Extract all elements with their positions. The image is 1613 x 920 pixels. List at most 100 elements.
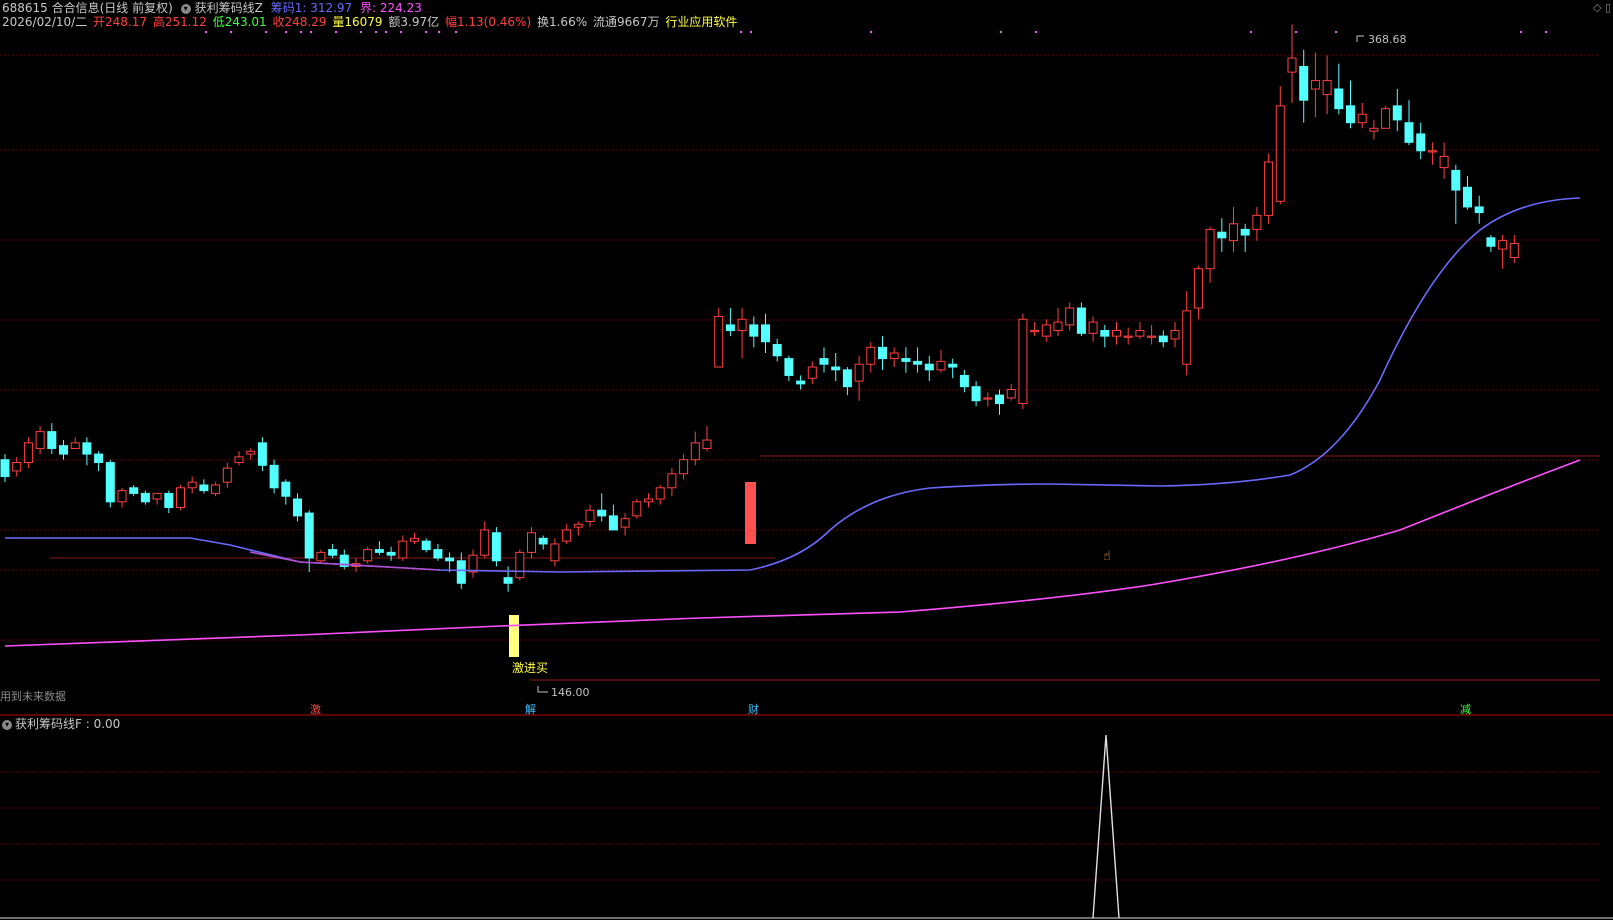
candle-body xyxy=(1123,335,1133,338)
candle-body xyxy=(468,554,478,573)
cursor-hand-icon: ☝ xyxy=(1103,549,1111,564)
candle-body xyxy=(1404,122,1414,143)
signal-dot xyxy=(1250,31,1252,33)
candle-body xyxy=(1147,335,1157,338)
signal-dot xyxy=(455,31,457,33)
signal-dot xyxy=(230,31,232,33)
candle-body xyxy=(1229,223,1238,242)
candle-body xyxy=(59,445,68,455)
candle-body xyxy=(901,358,911,362)
candle-body xyxy=(831,366,841,371)
candle-body xyxy=(842,369,852,388)
candle-body xyxy=(971,386,981,402)
candle-body xyxy=(480,529,490,556)
candle-body xyxy=(211,484,221,494)
candle-body xyxy=(164,492,174,508)
candle-body xyxy=(854,363,864,382)
candle-body xyxy=(573,523,583,528)
event-marker-0: 激 xyxy=(310,702,321,716)
candle-body xyxy=(1217,231,1227,239)
candle-body xyxy=(1006,388,1016,399)
candle-body xyxy=(608,515,618,531)
sub-indicator-dropdown-icon[interactable]: ▾ xyxy=(2,719,12,730)
signal-dot xyxy=(335,31,337,33)
candle-body xyxy=(1275,105,1285,202)
candle-body xyxy=(281,481,291,497)
candle-body xyxy=(1346,105,1355,124)
candle-body xyxy=(304,512,314,559)
candle-body xyxy=(386,551,396,556)
candle-body xyxy=(222,467,232,483)
buy-signal-label: 激进买 xyxy=(512,661,548,675)
candle-body xyxy=(1392,105,1402,121)
candle-body xyxy=(257,442,267,466)
candle-body xyxy=(23,442,33,464)
signal-dot xyxy=(1295,31,1297,33)
candle-body xyxy=(456,560,466,584)
candle-body xyxy=(1065,307,1075,326)
candle-body xyxy=(1193,268,1203,309)
candle-body xyxy=(269,464,279,489)
candle-body xyxy=(772,344,782,357)
candle-body xyxy=(690,442,700,461)
candle-body xyxy=(1334,88,1344,110)
sub-indicator-title[interactable]: ▾ 获利筹码线F : 0.00 xyxy=(2,716,120,732)
candle-body xyxy=(152,492,162,500)
candle-body xyxy=(1498,240,1508,250)
signal-dot xyxy=(1000,31,1002,33)
candle-body xyxy=(374,549,384,553)
candle-body xyxy=(176,487,185,508)
candle-body xyxy=(1322,80,1332,96)
candle-body xyxy=(1299,66,1309,101)
candle-body xyxy=(714,315,724,368)
candle-body xyxy=(140,492,150,503)
candle-body xyxy=(1053,321,1063,332)
candle-body xyxy=(807,366,817,379)
candle-body xyxy=(1041,324,1051,337)
candle-body xyxy=(1369,127,1379,132)
kline-chart[interactable]: 368.68 146.00激进买用到未来数据激 解 财 减 ☝ xyxy=(0,0,1613,920)
candle-body xyxy=(117,490,127,503)
candle-body xyxy=(1474,206,1484,214)
candle-body xyxy=(82,442,92,455)
candle-body xyxy=(35,431,45,449)
candle-body xyxy=(363,549,373,562)
candle-body xyxy=(1509,242,1519,258)
candle-body xyxy=(1287,57,1297,73)
candle-body xyxy=(1030,330,1040,333)
candle-body xyxy=(620,518,630,528)
candle-body xyxy=(632,501,642,517)
candle-body xyxy=(878,346,887,360)
candle-body xyxy=(1264,161,1274,216)
candle-body xyxy=(527,532,536,553)
candle-body xyxy=(1451,169,1461,191)
candle-body xyxy=(1018,318,1028,405)
signal-dot xyxy=(285,31,287,33)
gap-candle xyxy=(745,482,756,544)
candle-body xyxy=(1100,330,1110,337)
signal-dot xyxy=(438,31,440,33)
candle-body xyxy=(796,380,806,385)
candle-body xyxy=(1112,330,1121,337)
candle-body xyxy=(1486,237,1496,247)
future-data-label: 用到未来数据 xyxy=(0,689,66,703)
candle-body xyxy=(1381,108,1391,129)
sub-indicator-label: 获利筹码线F : 0.00 xyxy=(15,717,121,731)
candle-body xyxy=(199,484,209,492)
signal-dot xyxy=(400,31,402,33)
candle-body xyxy=(679,459,689,475)
candle-body xyxy=(761,324,770,343)
candle-body xyxy=(538,537,548,545)
candle-body xyxy=(398,540,408,559)
signal-dot xyxy=(1335,31,1337,33)
high-price-label: 368.68 xyxy=(1368,33,1407,46)
candle-body xyxy=(491,532,501,562)
candle-body xyxy=(784,358,794,376)
candle-body xyxy=(1158,335,1168,343)
signal-dot xyxy=(385,31,387,33)
candle-body xyxy=(1088,321,1098,334)
candle-body xyxy=(1439,155,1449,169)
candle-body xyxy=(1135,330,1145,337)
candle-body xyxy=(421,540,431,551)
candle-body xyxy=(1170,330,1180,340)
